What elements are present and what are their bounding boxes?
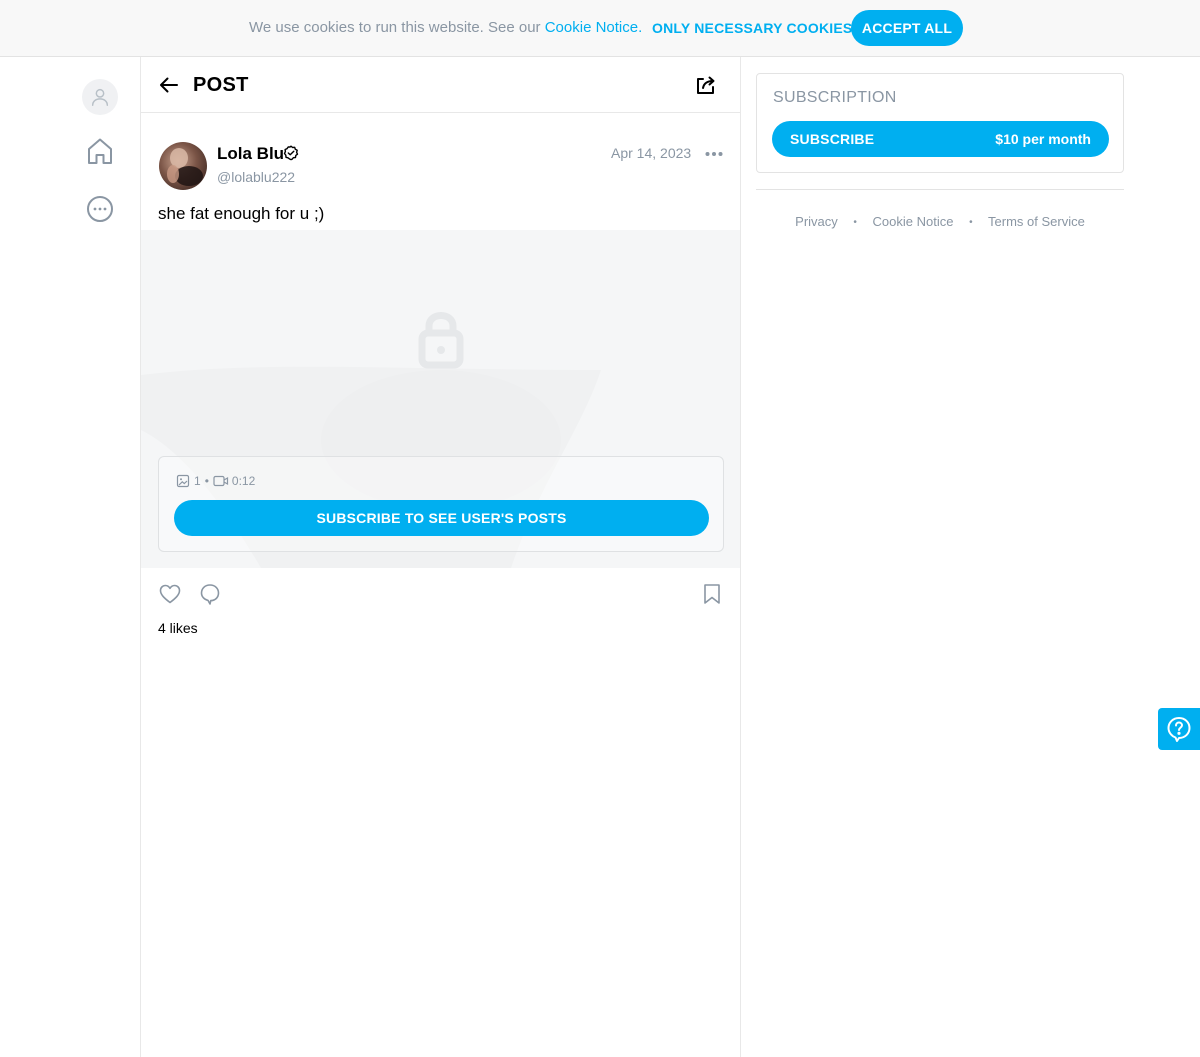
author-handle[interactable]: @lolablu222 bbox=[217, 169, 295, 185]
help-icon bbox=[1167, 717, 1191, 742]
subscription-price: $10 per month bbox=[995, 131, 1091, 147]
post-header: POST bbox=[141, 57, 740, 113]
stats-separator: • bbox=[204, 474, 209, 488]
author-avatar[interactable] bbox=[159, 142, 207, 190]
video-icon bbox=[213, 475, 228, 487]
locked-media: 1 • 0:12 SUBSCRIBE TO SEE USER'S POSTS bbox=[141, 230, 740, 568]
cookie-notice-footer-link[interactable]: Cookie Notice bbox=[873, 214, 954, 229]
subscribe-button-label: SUBSCRIBE bbox=[790, 131, 875, 147]
post-text: she fat enough for u ;) bbox=[158, 204, 325, 223]
accept-all-cookies-button[interactable]: ACCEPT ALL bbox=[851, 10, 963, 46]
comment-icon[interactable] bbox=[198, 582, 222, 606]
cookie-notice-link[interactable]: Cookie Notice. bbox=[545, 19, 643, 36]
share-icon[interactable] bbox=[694, 73, 718, 97]
subscribe-button[interactable]: SUBSCRIBE $10 per month bbox=[772, 121, 1109, 157]
more-circle-icon[interactable] bbox=[85, 194, 115, 224]
footer-separator: • bbox=[853, 217, 857, 228]
subscribe-to-see-posts-button[interactable]: SUBSCRIBE TO SEE USER'S POSTS bbox=[174, 500, 709, 536]
terms-of-service-link[interactable]: Terms of Service bbox=[988, 214, 1085, 229]
cookie-message: We use cookies to run this website. See … bbox=[249, 19, 642, 36]
user-icon bbox=[91, 88, 109, 106]
home-icon[interactable] bbox=[85, 136, 115, 166]
likes-count[interactable]: 4 likes bbox=[158, 620, 198, 636]
more-dots-icon[interactable] bbox=[703, 143, 725, 165]
photo-icon bbox=[176, 474, 190, 488]
photo-count: 1 bbox=[194, 474, 201, 488]
verified-icon bbox=[283, 145, 299, 161]
page-title: POST bbox=[193, 74, 249, 96]
author-name[interactable]: Lola Blu bbox=[217, 144, 284, 164]
footer-links: Privacy • Cookie Notice • Terms of Servi… bbox=[756, 214, 1124, 229]
subscription-title: SUBSCRIPTION bbox=[773, 89, 897, 106]
post-column: POST Lola Blu @lolablu222 Apr 14, 2023 s… bbox=[140, 57, 741, 1057]
cookie-banner: We use cookies to run this website. See … bbox=[0, 0, 1200, 57]
divider bbox=[756, 189, 1124, 190]
only-necessary-cookies-button[interactable]: ONLY NECESSARY COOKIES bbox=[645, 11, 859, 45]
bookmark-icon[interactable] bbox=[700, 582, 724, 606]
subscription-card: SUBSCRIPTION SUBSCRIBE $10 per month bbox=[756, 73, 1124, 173]
post-date[interactable]: Apr 14, 2023 bbox=[611, 145, 691, 161]
user-profile-button[interactable] bbox=[82, 79, 118, 115]
help-button[interactable] bbox=[1158, 708, 1200, 750]
avatar-photo bbox=[167, 148, 203, 186]
heart-icon[interactable] bbox=[158, 582, 182, 606]
privacy-link[interactable]: Privacy bbox=[795, 214, 838, 229]
cookie-message-text: We use cookies to run this website. See … bbox=[249, 19, 545, 36]
back-arrow-icon[interactable] bbox=[157, 73, 181, 97]
locked-content-panel: 1 • 0:12 SUBSCRIBE TO SEE USER'S POSTS bbox=[158, 456, 724, 552]
video-duration: 0:12 bbox=[231, 474, 256, 488]
footer-separator: • bbox=[969, 217, 973, 228]
left-sidebar bbox=[0, 57, 140, 1057]
media-stats: 1 • 0:12 bbox=[176, 474, 255, 488]
